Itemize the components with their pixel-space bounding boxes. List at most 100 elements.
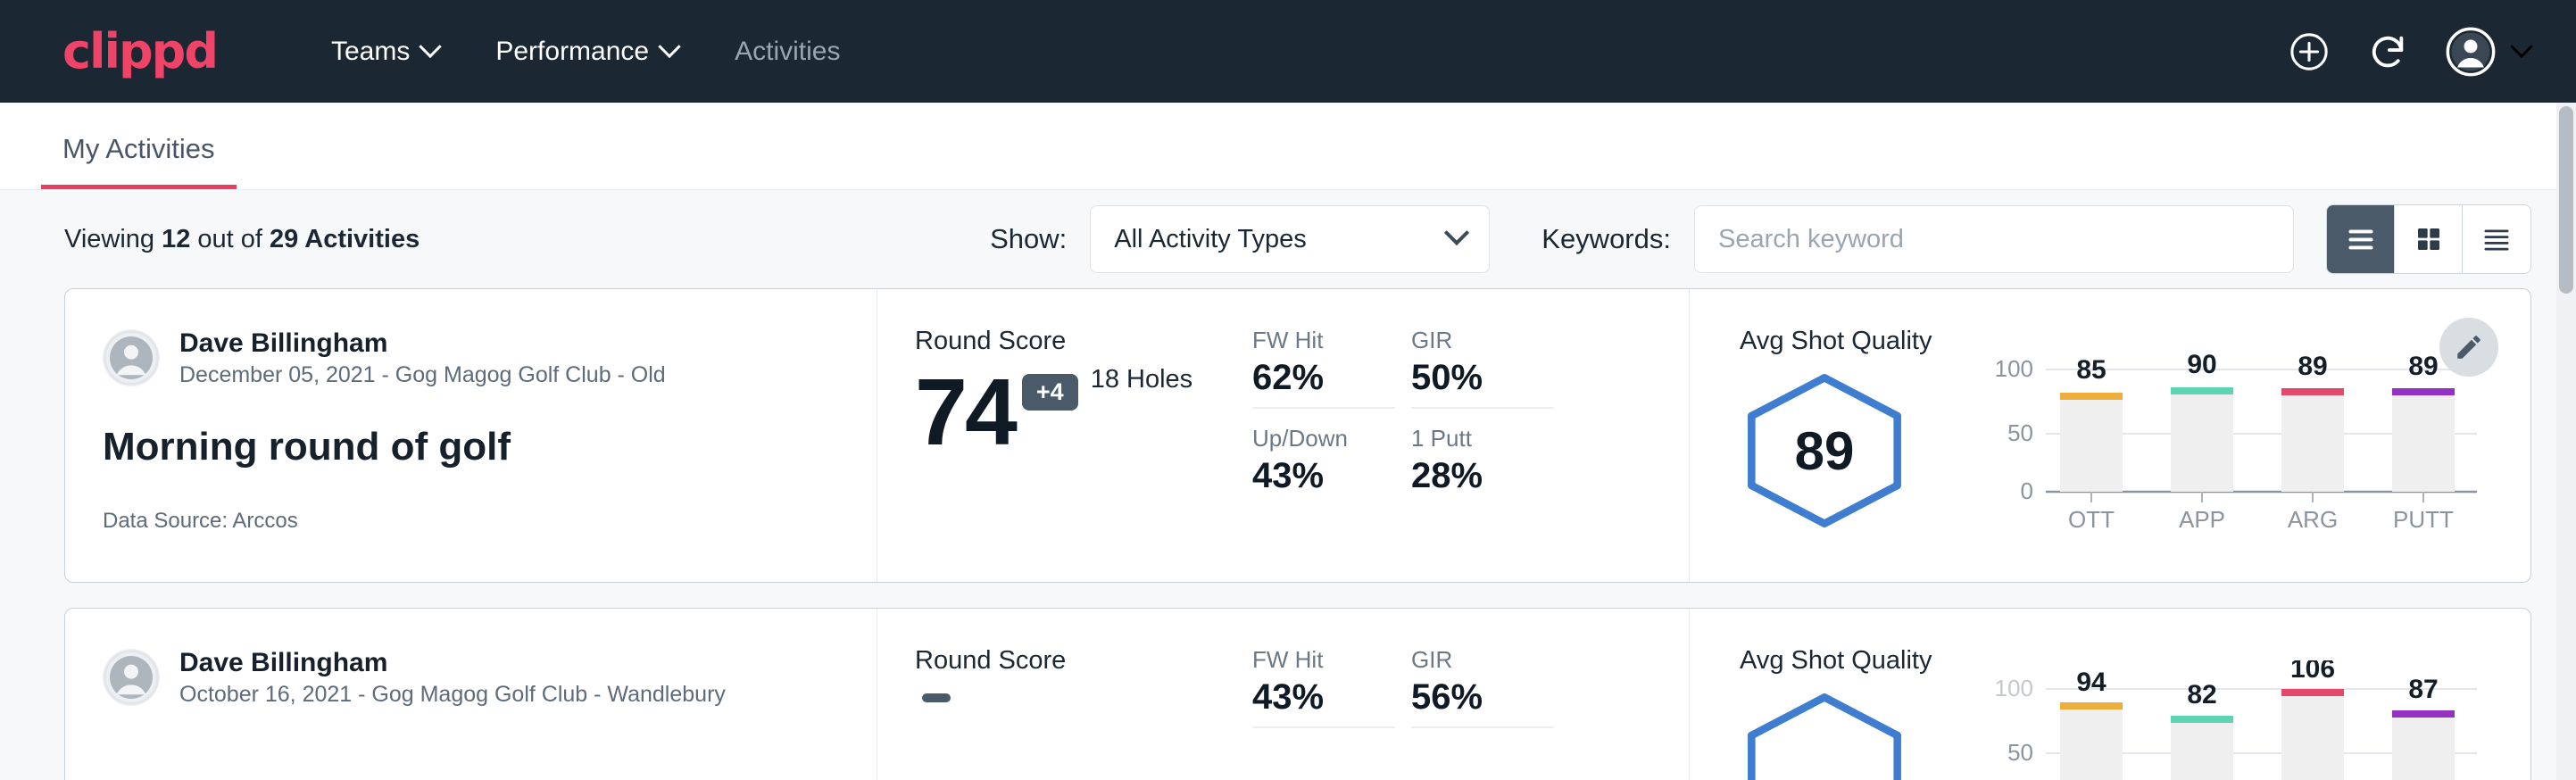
activity-card-list: Dave Billingham December 05, 2021 - Gog … bbox=[0, 288, 2576, 780]
activity-type-select[interactable]: All Activity Types bbox=[1090, 205, 1490, 273]
activity-author: Dave Billingham October 16, 2021 - Gog M… bbox=[103, 646, 841, 709]
nav-item-teams[interactable]: Teams bbox=[303, 37, 467, 67]
xtick-ott: OTT bbox=[2068, 506, 2115, 533]
list-view-icon bbox=[2345, 223, 2377, 255]
hexagon-badge: 89 bbox=[1740, 372, 1909, 529]
view-toggle-compact[interactable] bbox=[2463, 205, 2530, 273]
shot-quality-bar-chart: 100 50 0 85 90 89 bbox=[1990, 341, 2490, 582]
stat-gir-label: GIR bbox=[1411, 646, 1554, 674]
activity-type-value: All Activity Types bbox=[1114, 225, 1448, 254]
view-toggle-list[interactable] bbox=[2327, 205, 2395, 273]
account-avatar-icon bbox=[2446, 27, 2496, 77]
stat-up-down-label: Up/Down bbox=[1252, 425, 1395, 452]
bar-label-ott: 94 bbox=[2077, 668, 2107, 697]
avg-shot-quality-label: Avg Shot Quality bbox=[1740, 327, 1932, 356]
bar-label-app: 82 bbox=[2188, 680, 2217, 709]
stat-one-putt-value: 28% bbox=[1411, 456, 1554, 496]
ytick-50: 50 bbox=[2008, 739, 2034, 766]
bar-label-ott: 85 bbox=[2077, 355, 2107, 385]
stat-gir: GIR 56% bbox=[1411, 646, 1554, 728]
stat-gir-value: 50% bbox=[1411, 358, 1554, 398]
activity-info-column: Dave Billingham October 16, 2021 - Gog M… bbox=[65, 609, 877, 780]
nav-item-teams-label: Teams bbox=[331, 37, 410, 67]
round-score-value-row: 74 +4 18 Holes bbox=[915, 365, 1243, 460]
bar-label-arg: 89 bbox=[2298, 352, 2328, 381]
ytick-100: 100 bbox=[1995, 355, 2033, 382]
xtick-putt: PUTT bbox=[2394, 506, 2455, 533]
page-scrollbar[interactable] bbox=[2556, 103, 2576, 780]
ytick-0: 0 bbox=[2021, 477, 2033, 504]
bar-chart-svg: 100 50 0 94 82 106 bbox=[1990, 660, 2490, 780]
stats-column: FW Hit 62% GIR 50% Up/Down 43% 1 Putt 28… bbox=[1243, 289, 1690, 582]
shot-quality-gauge: Avg Shot Quality bbox=[1740, 646, 1932, 780]
activity-card[interactable]: Dave Billingham October 16, 2021 - Gog M… bbox=[64, 608, 2531, 780]
filter-toolbar: Viewing 12 out of 29 Activities Show: Al… bbox=[0, 190, 2576, 288]
nav-item-performance-label: Performance bbox=[495, 37, 649, 67]
author-name: Dave Billingham bbox=[179, 646, 726, 680]
author-text: Dave Billingham December 05, 2021 - Gog … bbox=[179, 327, 666, 389]
round-score-label: Round Score bbox=[915, 646, 1243, 676]
chevron-down-icon bbox=[2510, 35, 2532, 57]
clippd-logo[interactable]: clippd bbox=[62, 28, 217, 76]
nav-item-activities[interactable]: Activities bbox=[706, 37, 868, 67]
viewing-count-text: Viewing 12 out of 29 Activities bbox=[64, 225, 420, 254]
chevron-down-icon bbox=[420, 35, 442, 57]
shot-quality-bar-chart: 100 50 0 94 82 106 bbox=[1990, 660, 2490, 780]
search-input[interactable] bbox=[1694, 205, 2294, 273]
round-score-column: Round Score 74 +4 18 Holes bbox=[877, 289, 1243, 582]
nav-item-performance[interactable]: Performance bbox=[467, 37, 706, 67]
avatar bbox=[103, 649, 160, 706]
nav-item-activities-label: Activities bbox=[735, 37, 840, 67]
activity-title: Morning round of golf bbox=[103, 425, 841, 469]
xtick-app: APP bbox=[2179, 506, 2225, 533]
author-name: Dave Billingham bbox=[179, 327, 666, 361]
round-score-value-row bbox=[915, 685, 1243, 702]
xtick-arg: ARG bbox=[2288, 506, 2338, 533]
refresh-icon[interactable] bbox=[2367, 31, 2408, 72]
edit-activity-button[interactable] bbox=[2439, 318, 2498, 377]
stat-one-putt-label: 1 Putt bbox=[1411, 425, 1554, 452]
bar-label-arg: 106 bbox=[2290, 660, 2335, 684]
avatar bbox=[103, 329, 160, 386]
keywords-label: Keywords: bbox=[1541, 223, 1671, 255]
avg-shot-quality-label: Avg Shot Quality bbox=[1740, 646, 1932, 676]
view-toggle-grid[interactable] bbox=[2395, 205, 2463, 273]
stat-gir: GIR 50% bbox=[1411, 327, 1554, 409]
activity-info-column: Dave Billingham December 05, 2021 - Gog … bbox=[65, 289, 877, 582]
round-score-value: 74 bbox=[915, 365, 1015, 460]
shot-quality-value: 89 bbox=[1740, 372, 1909, 529]
round-score-label: Round Score bbox=[915, 327, 1243, 356]
tab-my-activities[interactable]: My Activities bbox=[41, 133, 237, 189]
activity-card[interactable]: Dave Billingham December 05, 2021 - Gog … bbox=[64, 288, 2531, 583]
activity-meta: December 05, 2021 - Gog Magog Golf Club … bbox=[179, 361, 666, 390]
bar-chart-svg: 100 50 0 85 90 89 bbox=[1990, 341, 2490, 533]
chevron-down-icon bbox=[1444, 220, 1469, 245]
bar-label-app: 90 bbox=[2188, 350, 2217, 379]
compact-view-icon bbox=[2480, 223, 2513, 255]
scrollbar-thumb[interactable] bbox=[2559, 106, 2573, 294]
stat-gir-value: 56% bbox=[1411, 677, 1554, 718]
score-to-par-badge bbox=[922, 693, 951, 702]
bar-label-putt: 89 bbox=[2409, 352, 2439, 381]
viewing-count: 12 bbox=[162, 225, 190, 253]
top-bar-actions bbox=[2289, 27, 2530, 77]
round-score-column: Round Score bbox=[877, 609, 1243, 780]
stat-fw-hit-label: FW Hit bbox=[1252, 327, 1395, 354]
stat-up-down-value: 43% bbox=[1252, 456, 1395, 496]
top-navigation-bar: clippd Teams Performance Activities bbox=[0, 0, 2576, 103]
tab-strip: My Activities bbox=[0, 103, 2576, 190]
viewing-total: 29 Activities bbox=[270, 225, 420, 253]
stats-grid: FW Hit 43% GIR 56% bbox=[1252, 646, 1689, 744]
stat-gir-label: GIR bbox=[1411, 327, 1554, 354]
person-icon bbox=[103, 329, 160, 386]
pencil-icon bbox=[2454, 332, 2484, 362]
plus-circle-icon[interactable] bbox=[2289, 31, 2330, 72]
stat-fw-hit: FW Hit 62% bbox=[1252, 327, 1395, 409]
stat-up-down: Up/Down 43% bbox=[1252, 425, 1395, 505]
bar-label-putt: 87 bbox=[2409, 675, 2439, 704]
account-menu[interactable] bbox=[2446, 27, 2530, 77]
shot-quality-column: Avg Shot Quality 100 50 0 bbox=[1690, 609, 2530, 780]
ytick-50: 50 bbox=[2008, 419, 2034, 446]
score-to-par-badge: +4 bbox=[1022, 374, 1078, 411]
holes-label: 18 Holes bbox=[1091, 365, 1192, 394]
